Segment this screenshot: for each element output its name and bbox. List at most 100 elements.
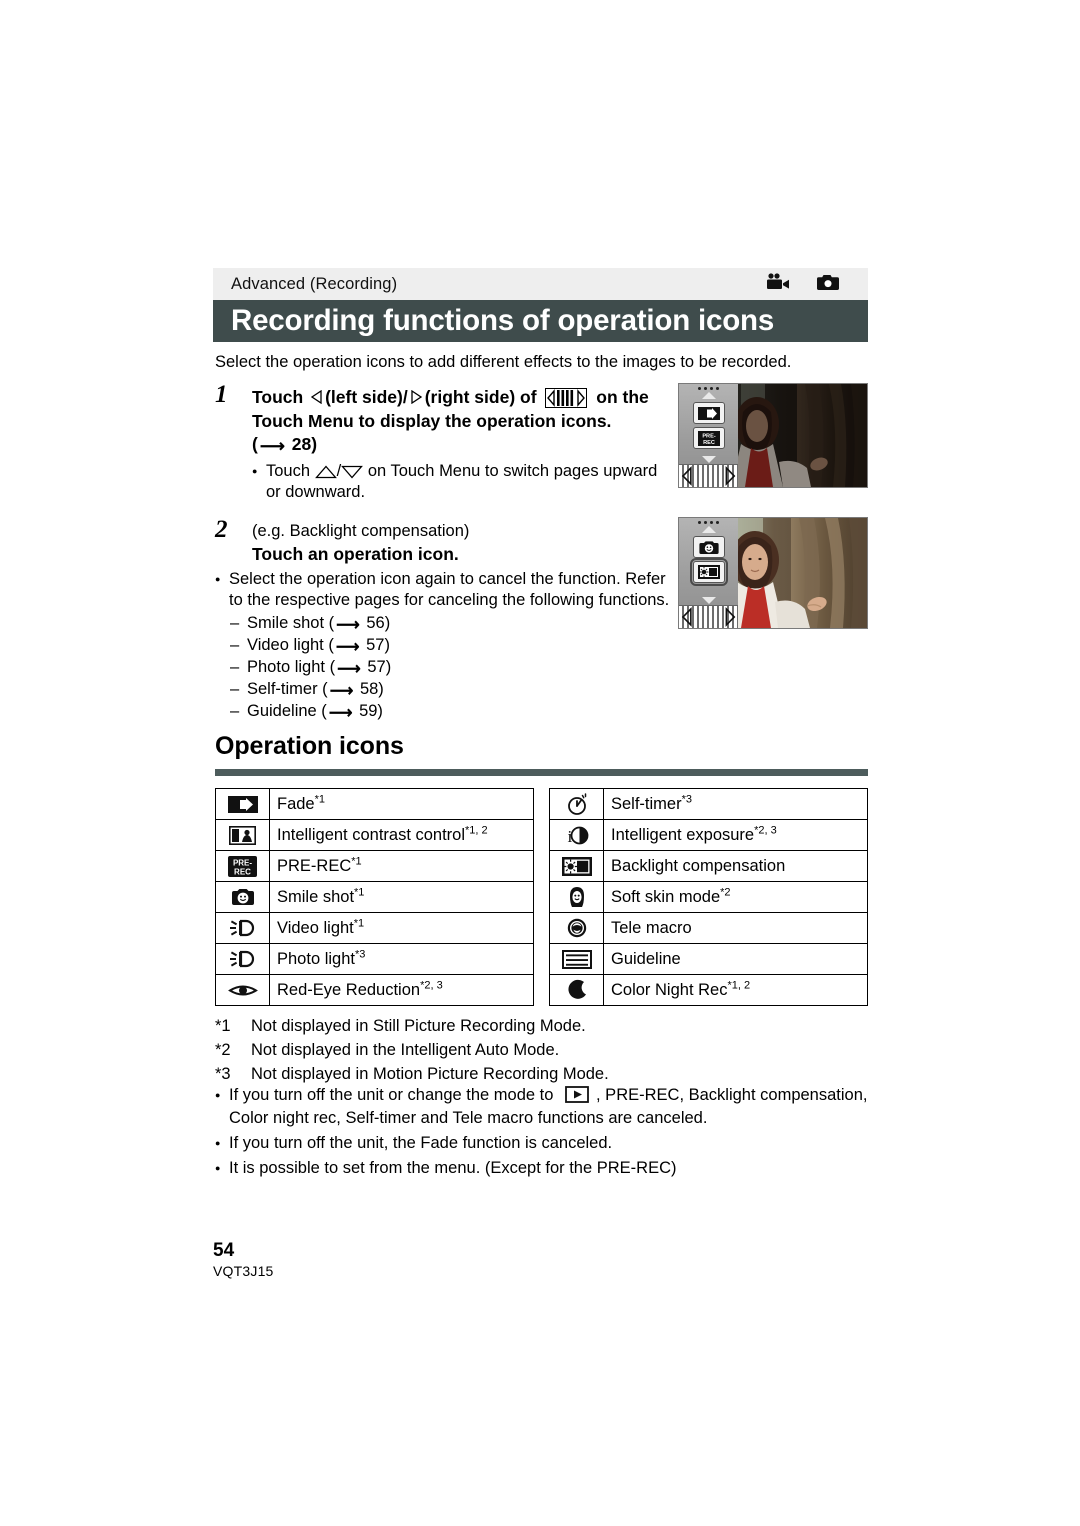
cancel-list: Smile shot (⟶ 56) Video light (⟶ 57) Pho… bbox=[229, 613, 675, 723]
note-item: If you turn off the unit, the Fade funct… bbox=[215, 1132, 885, 1155]
menu-pager[interactable] bbox=[679, 605, 739, 628]
down-triangle-icon bbox=[341, 461, 364, 483]
table-cell-label: Self-timer*3 bbox=[603, 788, 868, 820]
table-row[interactable]: Soft skin mode*2 bbox=[549, 881, 868, 913]
backlight-compensation-icon bbox=[549, 850, 604, 882]
camcorder-icon bbox=[766, 272, 790, 296]
chapter-bar: Advanced (Recording) bbox=[213, 268, 868, 300]
step-1-head-left: (left side)/ bbox=[325, 387, 408, 407]
table-row[interactable]: Red-Eye Reduction*2, 3 bbox=[215, 974, 534, 1006]
table-row[interactable]: Color Night Rec*1, 2 bbox=[549, 974, 868, 1006]
right-arrow-icon bbox=[411, 387, 422, 410]
cancel-item-page: 57 bbox=[366, 635, 385, 654]
pre-rec-icon: PRE- REC bbox=[215, 850, 270, 882]
cancel-item-label: Video light bbox=[247, 635, 324, 654]
footnote-row: *1 Not displayed in Still Picture Record… bbox=[215, 1014, 880, 1038]
soft-skin-mode-icon bbox=[549, 881, 604, 913]
cancel-item-page: 59 bbox=[359, 701, 378, 720]
pre-rec-icon[interactable]: PRE- REC bbox=[692, 427, 725, 449]
table-row[interactable]: PRE- REC PRE-REC*1 bbox=[215, 850, 534, 882]
table-row[interactable]: Guideline bbox=[549, 943, 868, 975]
section-divider bbox=[215, 769, 868, 776]
cancel-list-item: Photo light (⟶ 57) bbox=[229, 657, 675, 679]
table-row[interactable]: Video light*1 bbox=[215, 912, 534, 944]
arrow-right-icon: ⟶ bbox=[335, 637, 360, 656]
step-1-bullet: Touch / on Touch Menu to switch pages up… bbox=[252, 461, 675, 504]
step-1-number: 1 bbox=[215, 381, 228, 408]
step-1-head-part2: on the bbox=[596, 387, 649, 407]
cancel-item-label: Guideline bbox=[247, 701, 317, 720]
page-down-icon[interactable] bbox=[701, 456, 716, 463]
table-cell-label: Video light*1 bbox=[269, 912, 534, 944]
label-text: Fade bbox=[277, 794, 315, 813]
svg-text:REC: REC bbox=[703, 439, 715, 445]
table-cell-label: Fade*1 bbox=[269, 788, 534, 820]
playback-mode-icon bbox=[558, 1084, 596, 1107]
chapter-label: Advanced (Recording) bbox=[231, 274, 398, 293]
step-2: 2 (e.g. Backlight compensation) Touch an… bbox=[215, 517, 675, 723]
label-sup: *1 bbox=[354, 886, 365, 898]
step-2-example: (e.g. Backlight compensation) bbox=[252, 522, 470, 540]
menu-dots bbox=[698, 387, 720, 390]
cancel-item-page: 57 bbox=[367, 657, 386, 676]
table-cell-label: Color Night Rec*1, 2 bbox=[603, 974, 868, 1006]
step-1-heading: Touch (left side)/ (right side) of on th… bbox=[252, 386, 675, 458]
table-row[interactable]: i Intelligent exposure*2, 3 bbox=[549, 819, 868, 851]
fade-icon[interactable] bbox=[692, 402, 725, 424]
cancel-item-label: Photo light bbox=[247, 657, 325, 676]
table-row[interactable]: Self-timer*3 bbox=[549, 788, 868, 820]
operation-icons-table-left: Fade*1 Intelligent contrast control*1, 2… bbox=[215, 788, 534, 1006]
table-row[interactable]: Intelligent contrast control*1, 2 bbox=[215, 819, 534, 851]
table-row[interactable]: Photo light*3 bbox=[215, 943, 534, 975]
label-text: Soft skin mode bbox=[611, 887, 721, 906]
menu-dots bbox=[698, 521, 720, 524]
touch-menu-sidebar[interactable] bbox=[679, 518, 739, 628]
footnote-mark: *2 bbox=[215, 1041, 231, 1059]
manual-page: Advanced (Recording) Recording functions… bbox=[0, 0, 1080, 1526]
table-row[interactable]: Fade*1 bbox=[215, 788, 534, 820]
page-down-icon[interactable] bbox=[701, 597, 716, 604]
label-text: Video light bbox=[277, 918, 354, 937]
arrow-right-icon: ⟶ bbox=[336, 615, 360, 634]
table-row[interactable]: Smile shot*1 bbox=[215, 881, 534, 913]
backlight-compensation-icon[interactable] bbox=[689, 558, 728, 586]
intelligent-contrast-control-icon bbox=[215, 819, 270, 851]
label-text: Smile shot bbox=[277, 887, 355, 906]
touch-menu-sidebar[interactable]: PRE- REC bbox=[679, 384, 739, 487]
label-text: Intelligent contrast control bbox=[277, 825, 466, 844]
cancel-item-page: 56 bbox=[366, 613, 385, 632]
label-sup: *1 bbox=[353, 917, 365, 929]
footnote-row: *2 Not displayed in the Intelligent Auto… bbox=[215, 1038, 880, 1062]
note-item: It is possible to set from the menu. (Ex… bbox=[215, 1157, 885, 1180]
color-night-rec-icon bbox=[549, 974, 604, 1006]
cancel-list-item: Smile shot (⟶ 56) bbox=[229, 613, 675, 635]
cancel-item-label: Self-timer bbox=[247, 679, 318, 698]
note-1-pre: If you turn off the unit or change the m… bbox=[229, 1086, 554, 1104]
page-title: Recording functions of operation icons bbox=[231, 304, 775, 337]
step-2-bullet: Select the operation icon again to cance… bbox=[215, 569, 675, 723]
smile-shot-icon[interactable] bbox=[692, 536, 725, 558]
intro-text: Select the operation icons to add differ… bbox=[215, 353, 792, 371]
up-triangle-icon bbox=[314, 461, 337, 483]
menu-pager[interactable] bbox=[679, 464, 739, 487]
step-2-bullet-text: Select the operation icon again to cance… bbox=[229, 569, 670, 610]
label-sup: *1, 2 bbox=[727, 979, 751, 991]
label-text: Photo light bbox=[277, 949, 355, 968]
page-up-icon[interactable] bbox=[701, 392, 716, 399]
footnote-text: Not displayed in the Intelligent Auto Mo… bbox=[251, 1041, 560, 1059]
video-light-icon bbox=[215, 912, 270, 944]
svg-text:PRE-: PRE- bbox=[702, 433, 716, 439]
step-1: 1 Touch (left side)/ (right side) of on … bbox=[215, 381, 675, 504]
table-cell-label: Intelligent contrast control*1, 2 bbox=[269, 819, 534, 851]
step-2-heading: Touch an operation icon. bbox=[252, 543, 459, 564]
label-text: PRE-REC bbox=[277, 856, 352, 875]
cancel-item-label: Smile shot bbox=[247, 613, 325, 632]
page-up-icon[interactable] bbox=[701, 526, 716, 533]
table-cell-label: Red-Eye Reduction*2, 3 bbox=[269, 974, 534, 1006]
table-row[interactable]: Tele macro bbox=[549, 912, 868, 944]
arrow-right-icon: ⟶ bbox=[259, 435, 285, 456]
table-row[interactable]: Backlight compensation bbox=[549, 850, 868, 882]
label-sup: *1 bbox=[351, 855, 362, 867]
guideline-icon bbox=[549, 943, 604, 975]
label-text: Backlight compensation bbox=[611, 856, 786, 875]
